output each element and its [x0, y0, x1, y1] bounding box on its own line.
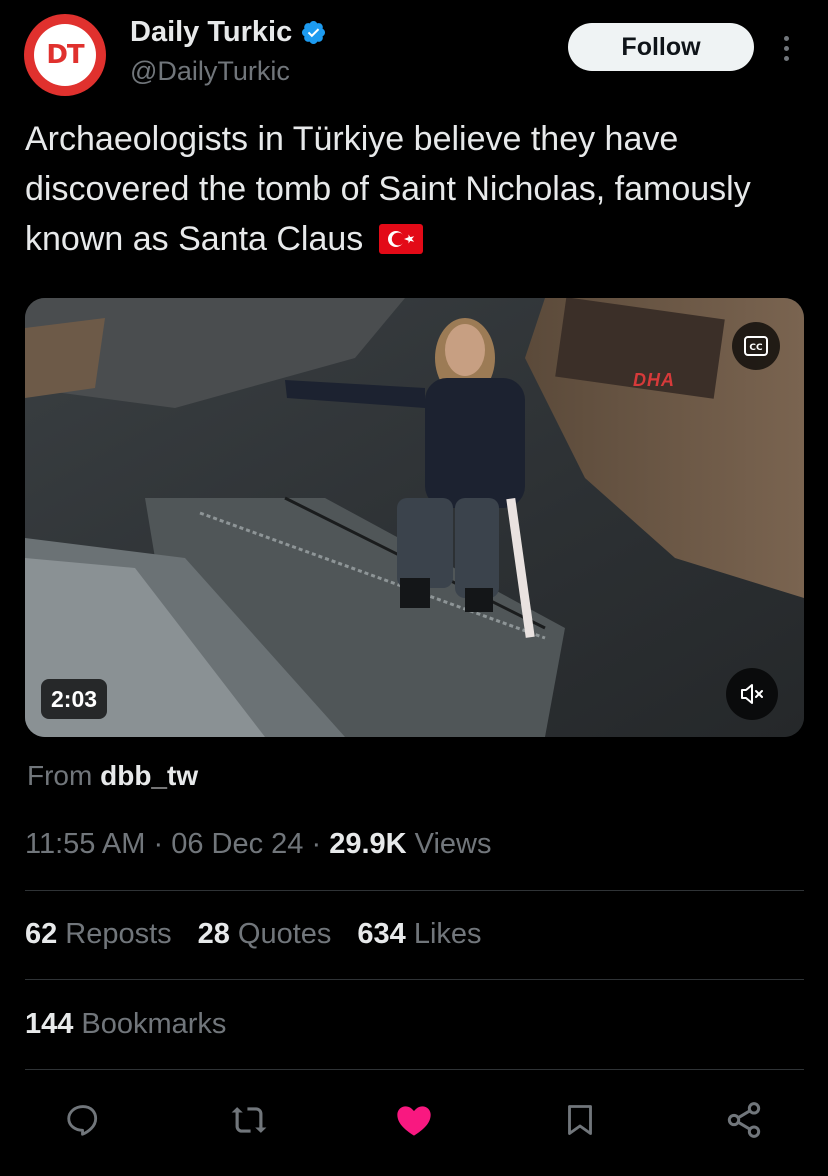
meta-separator: · [153, 828, 164, 860]
meta-separator: · [311, 828, 322, 860]
video-source: From dbb_tw [27, 760, 198, 792]
quotes-stat[interactable]: 28 Quotes [198, 918, 332, 951]
action-bar [0, 1092, 828, 1148]
verified-badge-icon [302, 20, 326, 45]
video-duration: 2:03 [41, 679, 108, 719]
views-count: 29.9K [329, 828, 407, 860]
author-display-name[interactable]: Daily Turkic [130, 16, 292, 49]
author-handle[interactable]: @DailyTurkic [130, 56, 290, 87]
source-prefix: From [27, 760, 93, 791]
likes-stat[interactable]: 634 Likes [357, 918, 481, 951]
tweet-date[interactable]: 06 Dec 24 [171, 828, 303, 860]
bookmarks-label: Bookmarks [81, 1008, 227, 1040]
quotes-count: 28 [197, 918, 230, 950]
views-label: Views [414, 828, 492, 860]
repost-icon[interactable] [221, 1092, 277, 1148]
svg-text:CC: CC [749, 343, 763, 353]
author-name-row: Daily Turkic [130, 16, 327, 49]
tweet-detail: DT Daily Turkic @DailyTurkic Follow Arch… [0, 0, 828, 1176]
video-player[interactable]: DHA CC 2:03 [25, 298, 804, 737]
tweet-time[interactable]: 11:55 AM [25, 828, 145, 860]
divider [25, 890, 804, 891]
video-watermark: DHA [633, 370, 675, 390]
volume-muted-icon[interactable] [726, 668, 778, 720]
reply-icon[interactable] [55, 1092, 111, 1148]
follow-button[interactable]: Follow [568, 23, 754, 71]
reposts-count: 62 [25, 918, 58, 950]
bookmarks-count: 144 [25, 1008, 74, 1040]
divider [25, 1069, 804, 1070]
source-account-link[interactable]: dbb_tw [100, 760, 198, 791]
video-frame [25, 298, 804, 737]
likes-count: 634 [357, 918, 406, 950]
divider [25, 979, 804, 980]
more-options-icon[interactable] [776, 30, 798, 66]
turkey-flag-icon [378, 224, 423, 254]
tweet-text: Archaeologists in Türkiye believe they h… [25, 114, 805, 264]
reposts-stat[interactable]: 62 Reposts [25, 918, 172, 951]
tweet-meta: 11:55 AM · 06 Dec 24 · 29.9K Views [25, 828, 491, 861]
engagement-stats: 62 Reposts 28 Quotes 634 Likes [25, 918, 482, 951]
like-icon[interactable] [386, 1092, 442, 1148]
avatar[interactable]: DT [24, 14, 106, 96]
bookmark-icon[interactable] [552, 1092, 608, 1148]
quotes-label: Quotes [237, 918, 332, 950]
closed-captions-icon[interactable]: CC [732, 322, 780, 370]
avatar-logo: DT [34, 24, 96, 86]
reposts-label: Reposts [65, 918, 172, 950]
share-icon[interactable] [716, 1092, 772, 1148]
bookmarks-stat[interactable]: 144 Bookmarks [25, 1008, 226, 1041]
likes-label: Likes [413, 918, 482, 950]
